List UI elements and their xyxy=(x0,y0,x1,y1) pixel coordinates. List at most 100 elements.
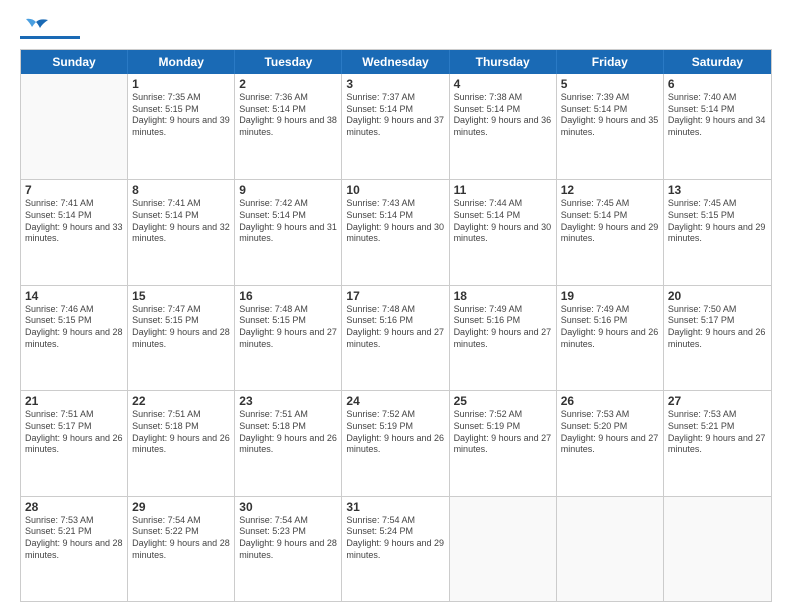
empty-cell xyxy=(664,497,771,601)
day-number: 25 xyxy=(454,394,552,408)
day-cell-24: 24Sunrise: 7:52 AM Sunset: 5:19 PM Dayli… xyxy=(342,391,449,495)
day-cell-7: 7Sunrise: 7:41 AM Sunset: 5:14 PM Daylig… xyxy=(21,180,128,284)
day-number: 23 xyxy=(239,394,337,408)
day-info: Sunrise: 7:38 AM Sunset: 5:14 PM Dayligh… xyxy=(454,92,552,139)
day-number: 17 xyxy=(346,289,444,303)
day-info: Sunrise: 7:47 AM Sunset: 5:15 PM Dayligh… xyxy=(132,304,230,351)
day-info: Sunrise: 7:53 AM Sunset: 5:20 PM Dayligh… xyxy=(561,409,659,456)
day-cell-22: 22Sunrise: 7:51 AM Sunset: 5:18 PM Dayli… xyxy=(128,391,235,495)
day-cell-13: 13Sunrise: 7:45 AM Sunset: 5:15 PM Dayli… xyxy=(664,180,771,284)
day-info: Sunrise: 7:41 AM Sunset: 5:14 PM Dayligh… xyxy=(132,198,230,245)
day-number: 26 xyxy=(561,394,659,408)
day-number: 27 xyxy=(668,394,767,408)
day-info: Sunrise: 7:42 AM Sunset: 5:14 PM Dayligh… xyxy=(239,198,337,245)
day-cell-25: 25Sunrise: 7:52 AM Sunset: 5:19 PM Dayli… xyxy=(450,391,557,495)
day-cell-27: 27Sunrise: 7:53 AM Sunset: 5:21 PM Dayli… xyxy=(664,391,771,495)
day-info: Sunrise: 7:49 AM Sunset: 5:16 PM Dayligh… xyxy=(561,304,659,351)
calendar-row-2: 14Sunrise: 7:46 AM Sunset: 5:15 PM Dayli… xyxy=(21,285,771,390)
day-cell-14: 14Sunrise: 7:46 AM Sunset: 5:15 PM Dayli… xyxy=(21,286,128,390)
day-info: Sunrise: 7:37 AM Sunset: 5:14 PM Dayligh… xyxy=(346,92,444,139)
day-number: 22 xyxy=(132,394,230,408)
day-info: Sunrise: 7:52 AM Sunset: 5:19 PM Dayligh… xyxy=(454,409,552,456)
day-info: Sunrise: 7:43 AM Sunset: 5:14 PM Dayligh… xyxy=(346,198,444,245)
day-number: 19 xyxy=(561,289,659,303)
day-info: Sunrise: 7:40 AM Sunset: 5:14 PM Dayligh… xyxy=(668,92,767,139)
day-cell-20: 20Sunrise: 7:50 AM Sunset: 5:17 PM Dayli… xyxy=(664,286,771,390)
day-cell-15: 15Sunrise: 7:47 AM Sunset: 5:15 PM Dayli… xyxy=(128,286,235,390)
day-info: Sunrise: 7:53 AM Sunset: 5:21 PM Dayligh… xyxy=(25,515,123,562)
day-number: 7 xyxy=(25,183,123,197)
day-number: 2 xyxy=(239,77,337,91)
weekday-header-monday: Monday xyxy=(128,50,235,74)
weekday-header-tuesday: Tuesday xyxy=(235,50,342,74)
day-info: Sunrise: 7:46 AM Sunset: 5:15 PM Dayligh… xyxy=(25,304,123,351)
day-cell-12: 12Sunrise: 7:45 AM Sunset: 5:14 PM Dayli… xyxy=(557,180,664,284)
day-number: 14 xyxy=(25,289,123,303)
day-info: Sunrise: 7:35 AM Sunset: 5:15 PM Dayligh… xyxy=(132,92,230,139)
calendar-row-3: 21Sunrise: 7:51 AM Sunset: 5:17 PM Dayli… xyxy=(21,390,771,495)
day-cell-31: 31Sunrise: 7:54 AM Sunset: 5:24 PM Dayli… xyxy=(342,497,449,601)
day-number: 4 xyxy=(454,77,552,91)
empty-cell xyxy=(450,497,557,601)
day-number: 30 xyxy=(239,500,337,514)
day-info: Sunrise: 7:54 AM Sunset: 5:23 PM Dayligh… xyxy=(239,515,337,562)
day-cell-9: 9Sunrise: 7:42 AM Sunset: 5:14 PM Daylig… xyxy=(235,180,342,284)
day-cell-23: 23Sunrise: 7:51 AM Sunset: 5:18 PM Dayli… xyxy=(235,391,342,495)
day-info: Sunrise: 7:51 AM Sunset: 5:18 PM Dayligh… xyxy=(239,409,337,456)
day-number: 29 xyxy=(132,500,230,514)
weekday-header-sunday: Sunday xyxy=(21,50,128,74)
day-info: Sunrise: 7:50 AM Sunset: 5:17 PM Dayligh… xyxy=(668,304,767,351)
day-cell-21: 21Sunrise: 7:51 AM Sunset: 5:17 PM Dayli… xyxy=(21,391,128,495)
day-cell-28: 28Sunrise: 7:53 AM Sunset: 5:21 PM Dayli… xyxy=(21,497,128,601)
day-number: 13 xyxy=(668,183,767,197)
day-info: Sunrise: 7:51 AM Sunset: 5:18 PM Dayligh… xyxy=(132,409,230,456)
day-info: Sunrise: 7:54 AM Sunset: 5:24 PM Dayligh… xyxy=(346,515,444,562)
day-cell-8: 8Sunrise: 7:41 AM Sunset: 5:14 PM Daylig… xyxy=(128,180,235,284)
logo-underline xyxy=(20,36,80,39)
day-number: 20 xyxy=(668,289,767,303)
day-cell-1: 1Sunrise: 7:35 AM Sunset: 5:15 PM Daylig… xyxy=(128,74,235,179)
day-number: 21 xyxy=(25,394,123,408)
day-number: 1 xyxy=(132,77,230,91)
header xyxy=(20,18,772,39)
day-cell-3: 3Sunrise: 7:37 AM Sunset: 5:14 PM Daylig… xyxy=(342,74,449,179)
calendar: SundayMondayTuesdayWednesdayThursdayFrid… xyxy=(20,49,772,602)
day-number: 10 xyxy=(346,183,444,197)
day-info: Sunrise: 7:54 AM Sunset: 5:22 PM Dayligh… xyxy=(132,515,230,562)
day-cell-5: 5Sunrise: 7:39 AM Sunset: 5:14 PM Daylig… xyxy=(557,74,664,179)
day-info: Sunrise: 7:51 AM Sunset: 5:17 PM Dayligh… xyxy=(25,409,123,456)
calendar-row-1: 7 Sunrise: 7:41 AM Sunset: 5:14 PM Daylig… xyxy=(21,179,771,284)
day-info: Sunrise: 7:49 AM Sunset: 5:16 PM Dayligh… xyxy=(454,304,552,351)
day-number: 12 xyxy=(561,183,659,197)
day-cell-26: 26Sunrise: 7:53 AM Sunset: 5:20 PM Dayli… xyxy=(557,391,664,495)
day-number: 5 xyxy=(561,77,659,91)
day-cell-29: 29Sunrise: 7:54 AM Sunset: 5:22 PM Dayli… xyxy=(128,497,235,601)
day-number: 18 xyxy=(454,289,552,303)
logo xyxy=(20,18,80,39)
day-cell-6: 6Sunrise: 7:40 AM Sunset: 5:14 PM Daylig… xyxy=(664,74,771,179)
day-info: Sunrise: 7:39 AM Sunset: 5:14 PM Dayligh… xyxy=(561,92,659,139)
day-number: 11 xyxy=(454,183,552,197)
empty-cell xyxy=(557,497,664,601)
day-cell-4: 4Sunrise: 7:38 AM Sunset: 5:14 PM Daylig… xyxy=(450,74,557,179)
day-cell-16: 16Sunrise: 7:48 AM Sunset: 5:15 PM Dayli… xyxy=(235,286,342,390)
calendar-row-0: 1Sunrise: 7:35 AM Sunset: 5:15 PM Daylig… xyxy=(21,74,771,179)
day-info: Sunrise: 7:44 AM Sunset: 5:14 PM Dayligh… xyxy=(454,198,552,245)
day-info: Sunrise: 7:48 AM Sunset: 5:16 PM Dayligh… xyxy=(346,304,444,351)
day-number: 15 xyxy=(132,289,230,303)
weekday-header-saturday: Saturday xyxy=(664,50,771,74)
day-cell-30: 30Sunrise: 7:54 AM Sunset: 5:23 PM Dayli… xyxy=(235,497,342,601)
day-cell-2: 2Sunrise: 7:36 AM Sunset: 5:14 PM Daylig… xyxy=(235,74,342,179)
calendar-header: SundayMondayTuesdayWednesdayThursdayFrid… xyxy=(21,50,771,74)
day-info: Sunrise: 7:45 AM Sunset: 5:15 PM Dayligh… xyxy=(668,198,767,245)
logo-bird-icon xyxy=(22,18,50,38)
day-number: 9 xyxy=(239,183,337,197)
day-cell-11: 11Sunrise: 7:44 AM Sunset: 5:14 PM Dayli… xyxy=(450,180,557,284)
day-info: Sunrise: 7:52 AM Sunset: 5:19 PM Dayligh… xyxy=(346,409,444,456)
day-number: 3 xyxy=(346,77,444,91)
day-number: 16 xyxy=(239,289,337,303)
day-number: 6 xyxy=(668,77,767,91)
day-number: 8 xyxy=(132,183,230,197)
weekday-header-friday: Friday xyxy=(557,50,664,74)
day-info: Sunrise: 7:48 AM Sunset: 5:15 PM Dayligh… xyxy=(239,304,337,351)
